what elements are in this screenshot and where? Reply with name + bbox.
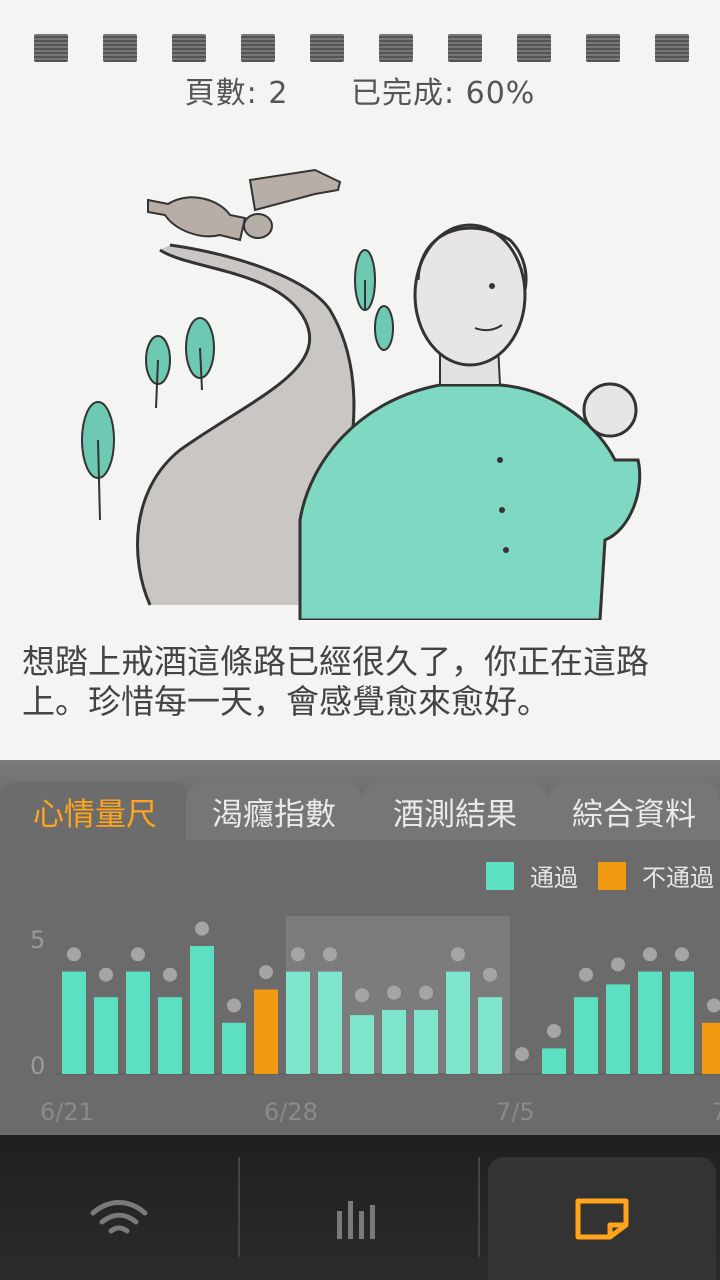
chart-dot bbox=[547, 1024, 561, 1039]
y-tick-label: 0 bbox=[30, 1052, 45, 1080]
page-number: 頁數: 2 bbox=[184, 76, 289, 111]
story-card: 頁數: 2 已完成: 60% 想踏上戒酒這條路已經很久了，你正在這路上。珍惜每一… bbox=[0, 0, 720, 760]
tab-label: 渴癮指數 bbox=[212, 796, 336, 833]
chart-bar[interactable] bbox=[350, 1015, 374, 1074]
chart-bar[interactable] bbox=[94, 997, 118, 1074]
wifi-icon bbox=[90, 1199, 148, 1233]
road-illustration bbox=[81, 168, 642, 620]
chart-bar[interactable] bbox=[318, 971, 342, 1074]
y-tick-label: 5 bbox=[30, 926, 45, 954]
chart-bar[interactable] bbox=[574, 997, 598, 1074]
x-tick-label: 7/5 bbox=[496, 1098, 535, 1126]
binder-hole bbox=[310, 34, 344, 62]
legend-fail-label: 不通過 bbox=[642, 864, 714, 892]
chart-bar[interactable] bbox=[670, 971, 694, 1074]
chart-bar[interactable] bbox=[382, 1010, 406, 1074]
chart-dot bbox=[451, 947, 465, 962]
chart-dot bbox=[419, 985, 433, 1000]
tab-breathalyzer-result[interactable]: 酒測結果 bbox=[362, 782, 548, 840]
chart-bar[interactable] bbox=[286, 971, 310, 1074]
legend-pass: 通過 bbox=[486, 858, 578, 893]
x-tick-label: 6/21 bbox=[40, 1098, 94, 1126]
chart-dot bbox=[291, 947, 305, 962]
binder-hole bbox=[517, 34, 551, 62]
tab-label: 心情量尺 bbox=[33, 796, 157, 833]
chart-bar[interactable] bbox=[542, 1048, 566, 1074]
binder-hole bbox=[448, 34, 482, 62]
nav-statistics[interactable] bbox=[240, 1157, 478, 1280]
legend-fail: 不通過 bbox=[598, 858, 714, 893]
nav-divider bbox=[478, 1157, 480, 1257]
chart-bar[interactable] bbox=[478, 997, 502, 1074]
x-tick-label: 7 bbox=[712, 1098, 720, 1126]
chart-dot bbox=[515, 1047, 529, 1062]
nav-notes[interactable] bbox=[488, 1157, 716, 1280]
tab-craving-index[interactable]: 渴癮指數 bbox=[186, 782, 362, 840]
chart-bar[interactable] bbox=[190, 946, 214, 1074]
tab-label: 綜合資料 bbox=[572, 796, 696, 833]
tab-mood-scale[interactable]: 心情量尺 bbox=[0, 782, 190, 840]
binder-hole bbox=[241, 34, 275, 62]
chart-dot bbox=[131, 947, 145, 962]
chart-bar[interactable] bbox=[222, 1022, 246, 1074]
nav-connection[interactable] bbox=[0, 1157, 238, 1280]
chart-dot bbox=[259, 965, 273, 980]
x-tick-label: 6/28 bbox=[264, 1098, 318, 1126]
chart-bar[interactable] bbox=[62, 971, 86, 1074]
binder-hole bbox=[586, 34, 620, 62]
tab-label: 酒測結果 bbox=[393, 796, 517, 833]
binder-holes bbox=[0, 34, 720, 64]
legend-pass-label: 通過 bbox=[530, 864, 578, 892]
chart-dot bbox=[99, 967, 113, 982]
bottom-nav bbox=[0, 1135, 720, 1280]
chart-bar[interactable] bbox=[158, 997, 182, 1074]
chart-dot bbox=[579, 967, 593, 982]
chart-dot bbox=[355, 988, 369, 1003]
chart-dot bbox=[675, 947, 689, 962]
binder-hole bbox=[655, 34, 689, 62]
binder-hole bbox=[379, 34, 413, 62]
chart-dot bbox=[387, 985, 401, 1000]
fail-swatch bbox=[598, 861, 626, 890]
chart-dot bbox=[67, 947, 81, 962]
completion-percent: 已完成: 60% bbox=[350, 76, 536, 111]
pass-swatch bbox=[486, 861, 514, 890]
chart-dot bbox=[195, 921, 209, 936]
mood-bar-chart[interactable]: 5 0 6/21 6/28 7/5 7 bbox=[0, 900, 720, 1135]
bars-icon bbox=[337, 1200, 375, 1239]
chart-bar[interactable] bbox=[126, 971, 150, 1074]
progress-row: 頁數: 2 已完成: 60% bbox=[0, 68, 720, 112]
chart-legend: 通過 不通過 bbox=[466, 858, 714, 893]
chart-bar[interactable] bbox=[414, 1010, 438, 1074]
binder-hole bbox=[34, 34, 68, 62]
chart-bar[interactable] bbox=[702, 1022, 720, 1074]
chart-dot bbox=[707, 998, 720, 1013]
quote-text: 想踏上戒酒這條路已經很久了，你正在這路上。珍惜每一天，會感覺愈來愈好。 bbox=[22, 642, 649, 721]
chart-dot bbox=[227, 998, 241, 1013]
chart-dot bbox=[611, 957, 625, 972]
chart-bar[interactable] bbox=[606, 984, 630, 1074]
note-icon bbox=[575, 1198, 629, 1239]
binder-hole bbox=[172, 34, 206, 62]
tab-summary-data[interactable]: 綜合資料 bbox=[548, 782, 720, 840]
chart-bar[interactable] bbox=[638, 971, 662, 1074]
chart-bar[interactable] bbox=[254, 989, 278, 1074]
chart-tabs: 心情量尺 渴癮指數 酒測結果 綜合資料 bbox=[0, 760, 720, 840]
chart-dot bbox=[163, 967, 177, 982]
chart-dot bbox=[643, 947, 657, 962]
chart-dot bbox=[323, 947, 337, 962]
chart-dot bbox=[483, 967, 497, 982]
chart-bar[interactable] bbox=[446, 971, 470, 1074]
binder-hole bbox=[103, 34, 137, 62]
